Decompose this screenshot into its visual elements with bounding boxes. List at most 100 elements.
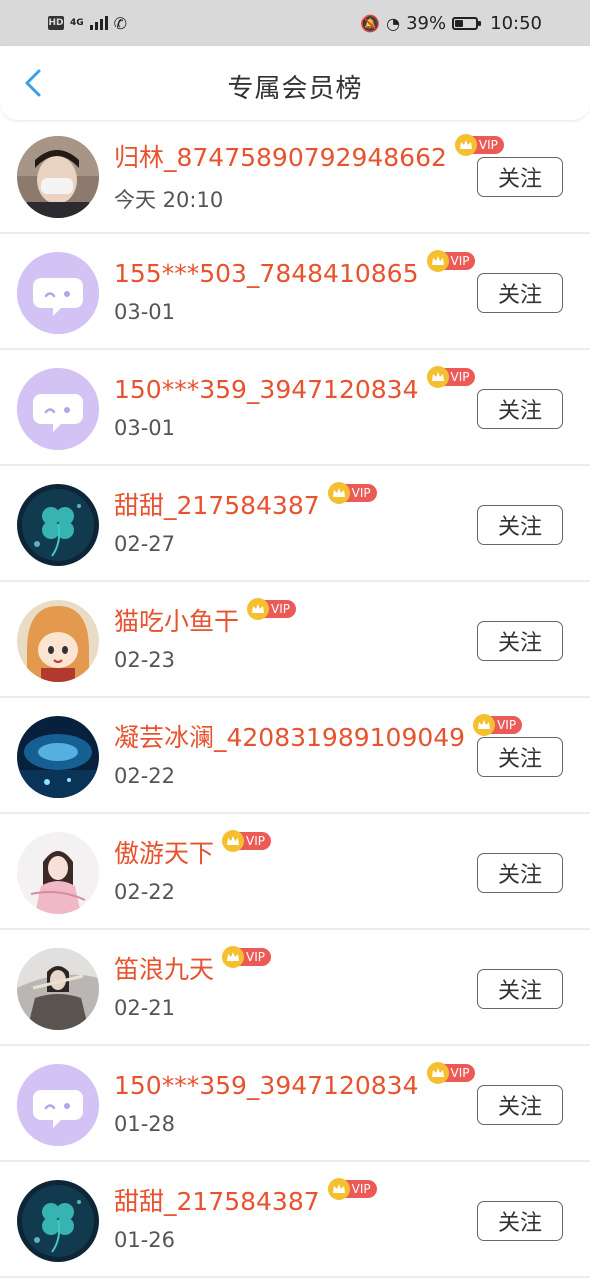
speedometer-icon: ◔ [386,13,401,33]
name-line: 150***359_3947120834 VIP [114,1062,476,1104]
member-time: 02-22 [114,764,176,788]
follow-button[interactable]: 关注 [477,621,563,661]
vip-crown [327,482,350,504]
member-row[interactable]: 归林_87475890792948662 VIP 今天 20:10 关注 [0,118,590,234]
vip-badge: VIP [426,1062,476,1084]
member-name[interactable]: 155***503_7848410865 [114,256,419,292]
crown-icon [227,836,240,845]
call-icon: ✆ [113,13,128,33]
member-name[interactable]: 凝芸冰澜_420831989109049 [114,720,465,756]
vip-crown [454,134,477,156]
member-name[interactable]: 傲游天下 [114,836,214,872]
name-line: 猫吃小鱼干 VIP [114,598,296,640]
status-right: 🔕 ◔ 39% 10:50 [360,13,542,34]
battery-fill [455,19,463,27]
member-name[interactable]: 笛浪九天 [114,952,214,988]
vip-badge: VIP [327,1178,377,1200]
vip-crown [327,1178,350,1200]
member-row[interactable]: 猫吃小鱼干 VIP 02-23 关注 [0,582,590,698]
member-row[interactable]: 凝芸冰澜_420831989109049 VIP 02-22 关注 [0,698,590,814]
vip-badge: VIP [473,714,523,736]
vip-badge: VIP [247,598,296,620]
crown-icon [431,372,444,381]
member-time: 02-21 [114,996,176,1020]
avatar[interactable] [17,948,99,1030]
vip-badge: VIP [454,134,504,156]
avatar[interactable] [17,368,99,450]
vip-crown [426,1062,449,1084]
name-line: 归林_87475890792948662 VIP [114,134,504,176]
name-line: 155***503_7848410865 VIP [114,250,476,292]
vip-crown [222,830,245,852]
member-row[interactable]: 155***503_7848410865 VIP 03-01 关注 [0,234,590,350]
follow-button[interactable]: 关注 [477,969,563,1009]
crown-icon [227,952,240,961]
avatar[interactable] [17,252,99,334]
name-line: 凝芸冰澜_420831989109049 VIP [114,714,523,756]
network-4g-icon: 4G [70,17,84,28]
member-name[interactable]: 150***359_3947120834 [114,1068,419,1104]
avatar[interactable] [17,136,99,218]
battery-percent: 39% [406,12,447,34]
name-line: 甜甜_217584387 VIP [114,482,377,524]
vip-crown [247,598,270,620]
member-list: 归林_87475890792948662 VIP 今天 20:10 关注 155… [0,118,590,1278]
battery-icon [452,16,482,30]
crown-icon [431,256,444,265]
vip-badge: VIP [222,946,271,968]
member-row[interactable]: 甜甜_217584387 VIP 02-27 关注 [0,466,590,582]
member-time: 01-28 [114,1112,176,1136]
crown-icon [332,1184,345,1193]
app-header: 专属会员榜 [0,46,590,121]
member-name[interactable]: 甜甜_217584387 [114,488,320,524]
avatar[interactable] [17,716,99,798]
member-time: 02-27 [114,532,176,556]
member-time: 02-23 [114,648,176,672]
clock: 10:50 [490,12,542,34]
follow-button[interactable]: 关注 [477,737,563,777]
avatar[interactable] [17,1180,99,1262]
member-name[interactable]: 归林_87475890792948662 [114,140,447,176]
vip-badge: VIP [327,482,377,504]
follow-button[interactable]: 关注 [477,853,563,893]
member-name[interactable]: 猫吃小鱼干 [114,604,239,640]
vip-crown [222,946,245,968]
avatar[interactable] [17,1064,99,1146]
status-left: HD 4G ✆ [48,14,127,33]
avatar[interactable] [17,600,99,682]
avatar[interactable] [17,484,99,566]
member-time: 01-26 [114,1228,176,1252]
member-time: 03-01 [114,416,176,440]
vip-crown [426,250,449,272]
follow-button[interactable]: 关注 [477,1085,563,1125]
member-row[interactable]: 150***359_3947120834 VIP 01-28 关注 [0,1046,590,1162]
member-row[interactable]: 傲游天下 VIP 02-22 关注 [0,814,590,930]
page-title: 专属会员榜 [227,74,363,104]
member-name[interactable]: 甜甜_217584387 [114,1184,320,1220]
crown-icon [332,488,345,497]
crown-icon [459,140,472,149]
member-row[interactable]: 笛浪九天 VIP 02-21 关注 [0,930,590,1046]
avatar[interactable] [17,832,99,914]
name-line: 甜甜_217584387 VIP [114,1178,377,1220]
signal-icon [89,16,108,30]
name-line: 笛浪九天 VIP [114,946,271,988]
follow-button[interactable]: 关注 [477,273,563,313]
follow-button[interactable]: 关注 [477,505,563,545]
name-line: 傲游天下 VIP [114,830,271,872]
vip-crown [473,714,496,736]
member-time: 02-22 [114,880,176,904]
follow-button[interactable]: 关注 [477,1201,563,1241]
mute-bell-icon: 🔕 [360,13,381,33]
vip-badge: VIP [426,250,476,272]
crown-icon [252,604,265,613]
follow-button[interactable]: 关注 [477,389,563,429]
member-row[interactable]: 150***359_3947120834 VIP 03-01 关注 [0,350,590,466]
member-name[interactable]: 150***359_3947120834 [114,372,419,408]
status-bar: HD 4G ✆ 🔕 ◔ 39% 10:50 [0,0,590,46]
crown-icon [431,1068,444,1077]
member-time: 今天 20:10 [114,188,224,212]
member-row[interactable]: 甜甜_217584387 VIP 01-26 关注 [0,1162,590,1278]
name-line: 150***359_3947120834 VIP [114,366,476,408]
follow-button[interactable]: 关注 [477,157,563,197]
